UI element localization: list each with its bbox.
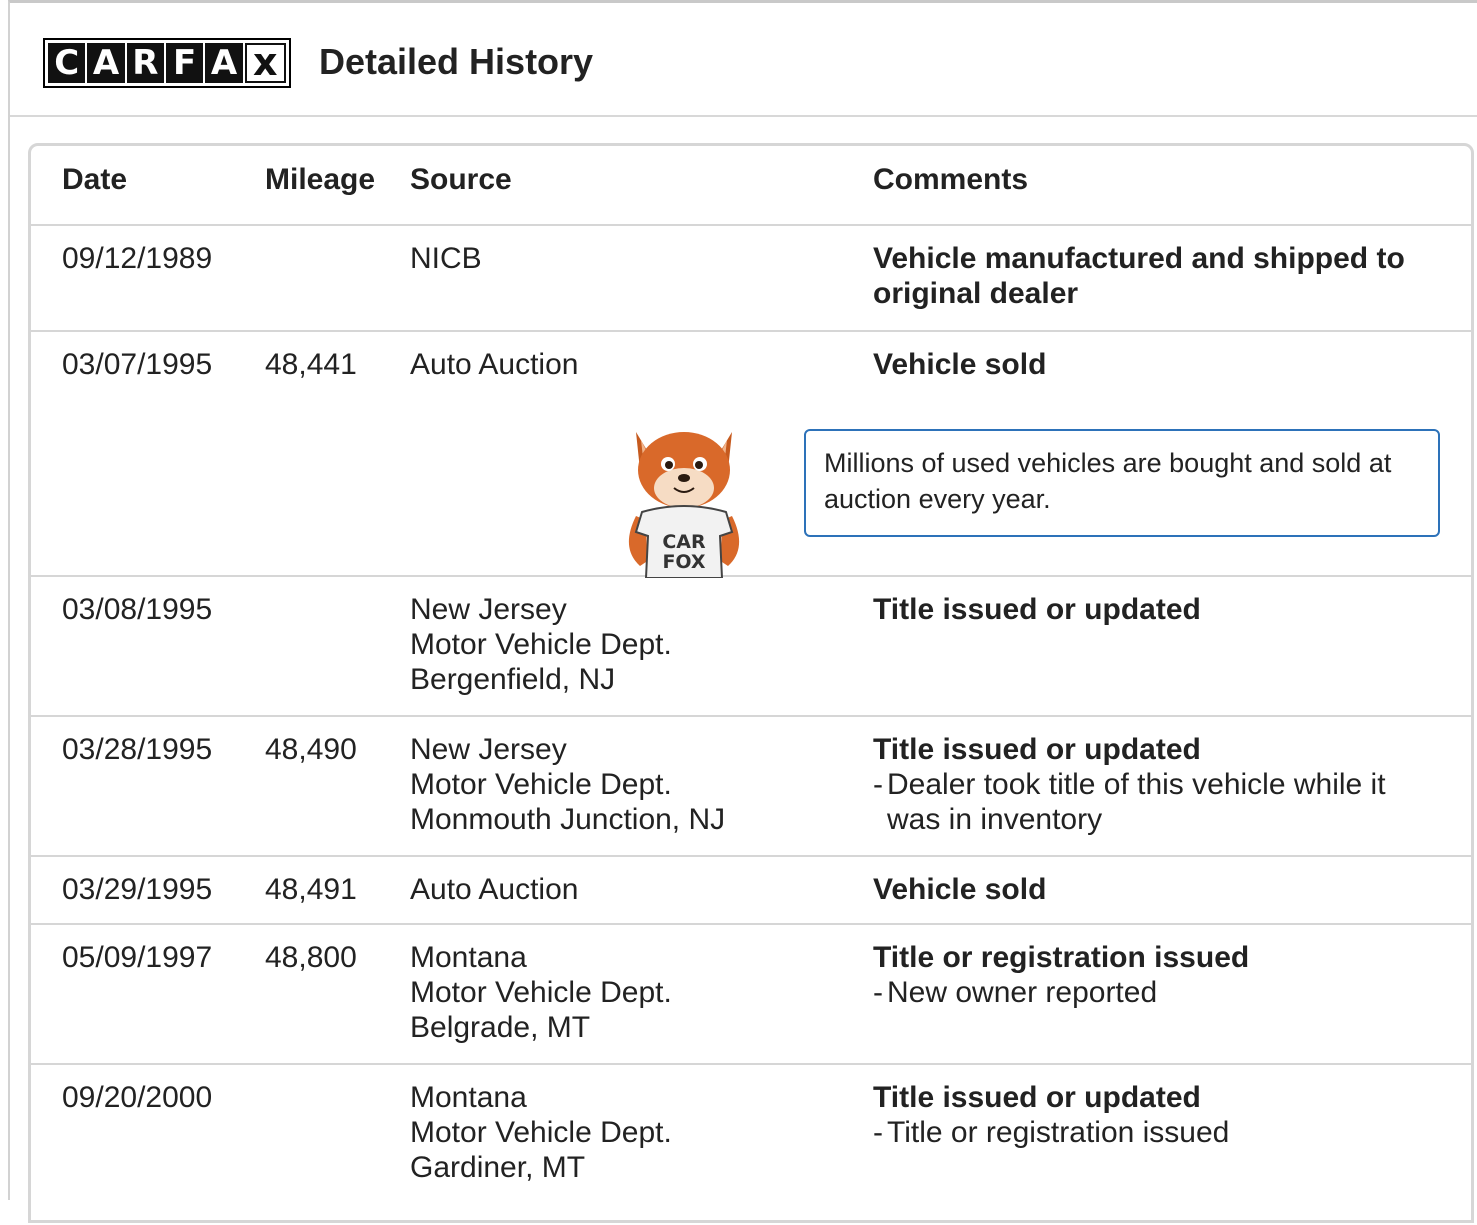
- source-line: Monmouth Junction, NJ: [410, 803, 726, 836]
- column-header-mileage: Mileage: [265, 163, 376, 196]
- logo-letter: R: [126, 43, 164, 83]
- detail-line: New owner reported: [887, 976, 1158, 1009]
- detail-line: was in inventory: [887, 803, 1103, 836]
- row-comments: Title issued or updated - Dealer took ti…: [873, 732, 1453, 837]
- logo-letter: A: [205, 43, 243, 83]
- column-header-source: Source: [410, 163, 512, 196]
- carfax-logo: C A R F A x: [43, 38, 291, 88]
- comment-title: Vehicle manufactured and shipped to: [873, 242, 1405, 275]
- comment-title: Title issued or updated: [873, 593, 1201, 626]
- comment-title: original dealer: [873, 277, 1079, 310]
- table-header-row: Date Mileage Source Comments: [31, 146, 1471, 226]
- source-line: Gardiner, MT: [410, 1151, 586, 1184]
- auction-info-tip: Millions of used vehicles are bought and…: [804, 429, 1440, 537]
- history-table: Date Mileage Source Comments 09/12/1989 …: [28, 143, 1474, 1223]
- source-line: Auto Auction: [410, 873, 579, 906]
- mascot-shirt-text: CAR: [662, 531, 706, 553]
- logo-letter: A: [87, 43, 125, 83]
- column-header-comments: Comments: [873, 163, 1029, 196]
- row-comments: Title issued or updated: [873, 592, 1453, 627]
- row-comments: Vehicle sold: [873, 872, 1453, 907]
- column-header-date: Date: [62, 163, 128, 196]
- source-line: Motor Vehicle Dept.: [410, 768, 672, 801]
- row-source: New Jersey Motor Vehicle Dept. Bergenfie…: [410, 592, 850, 697]
- tip-line: auction every year.: [824, 484, 1051, 514]
- table-row: 03/08/1995 New Jersey Motor Vehicle Dept…: [31, 577, 1471, 717]
- row-source: Auto Auction: [410, 347, 850, 382]
- row-date: 09/12/1989: [62, 242, 213, 275]
- detail-line: Title or registration issued: [887, 1116, 1230, 1149]
- row-source: Montana Motor Vehicle Dept. Gardiner, MT: [410, 1080, 850, 1185]
- table-row: 05/09/1997 48,800 Montana Motor Vehicle …: [31, 925, 1471, 1065]
- row-comments: Title issued or updated - Title or regis…: [873, 1080, 1453, 1150]
- source-line: Motor Vehicle Dept.: [410, 976, 672, 1009]
- row-source: New Jersey Motor Vehicle Dept. Monmouth …: [410, 732, 850, 837]
- source-line: Belgrade, MT: [410, 1011, 591, 1044]
- row-date: 03/08/1995: [62, 593, 213, 626]
- row-source: NICB: [410, 241, 850, 276]
- table-row: 03/28/1995 48,490 New Jersey Motor Vehic…: [31, 717, 1471, 857]
- source-line: Motor Vehicle Dept.: [410, 628, 672, 661]
- comment-detail: - Title or registration issued: [873, 1116, 1230, 1149]
- comment-title: Vehicle sold: [873, 873, 1047, 906]
- comment-detail: - New owner reported: [873, 976, 1158, 1009]
- row-date: 03/28/1995: [62, 733, 213, 766]
- comment-title: Title issued or updated: [873, 733, 1201, 766]
- comment-title: Title or registration issued: [873, 941, 1250, 974]
- row-source: Montana Motor Vehicle Dept. Belgrade, MT: [410, 940, 850, 1045]
- row-date: 03/07/1995: [62, 348, 213, 381]
- car-fox-mascot: CAR FOX: [628, 432, 740, 578]
- source-line: Montana: [410, 941, 527, 974]
- source-line: New Jersey: [410, 593, 567, 626]
- row-mileage: 48,491: [265, 873, 357, 906]
- comment-detail: - Dealer took title of this vehicle whil…: [873, 768, 1386, 836]
- row-source: Auto Auction: [410, 872, 850, 907]
- row-mileage: 48,441: [265, 348, 357, 381]
- tip-line: Millions of used vehicles are bought and…: [824, 448, 1392, 478]
- detail-line: Dealer took title of this vehicle while …: [887, 768, 1386, 801]
- source-line: Montana: [410, 1081, 527, 1114]
- page-title: Detailed History: [319, 41, 594, 82]
- source-line: NICB: [410, 242, 482, 275]
- history-header: C A R F A x Detailed History: [10, 3, 1477, 117]
- row-comments: Vehicle sold: [873, 347, 1453, 382]
- row-mileage: 48,490: [265, 733, 357, 766]
- source-line: Auto Auction: [410, 348, 579, 381]
- logo-letter: x: [244, 43, 286, 83]
- row-date: 03/29/1995: [62, 873, 213, 906]
- logo-letter: C: [48, 43, 86, 83]
- row-mileage: 48,800: [265, 941, 357, 974]
- source-line: Motor Vehicle Dept.: [410, 1116, 672, 1149]
- row-date: 09/20/2000: [62, 1081, 213, 1114]
- row-comments: Vehicle manufactured and shipped to orig…: [873, 241, 1453, 311]
- source-line: Bergenfield, NJ: [410, 663, 616, 696]
- table-row: 09/12/1989 NICB Vehicle manufactured and…: [31, 226, 1471, 332]
- logo-letter: F: [165, 43, 204, 83]
- comment-title: Vehicle sold: [873, 348, 1047, 381]
- row-comments: Title or registration issued - New owner…: [873, 940, 1453, 1010]
- comment-title: Title issued or updated: [873, 1081, 1201, 1114]
- mascot-shirt-text: FOX: [662, 551, 705, 573]
- source-line: New Jersey: [410, 733, 567, 766]
- table-row: 09/20/2000 Montana Motor Vehicle Dept. G…: [31, 1065, 1471, 1225]
- row-date: 05/09/1997: [62, 941, 213, 974]
- history-panel: C A R F A x Detailed History Date Mileag…: [8, 0, 1477, 1223]
- table-row: 03/29/1995 48,491 Auto Auction Vehicle s…: [31, 857, 1471, 925]
